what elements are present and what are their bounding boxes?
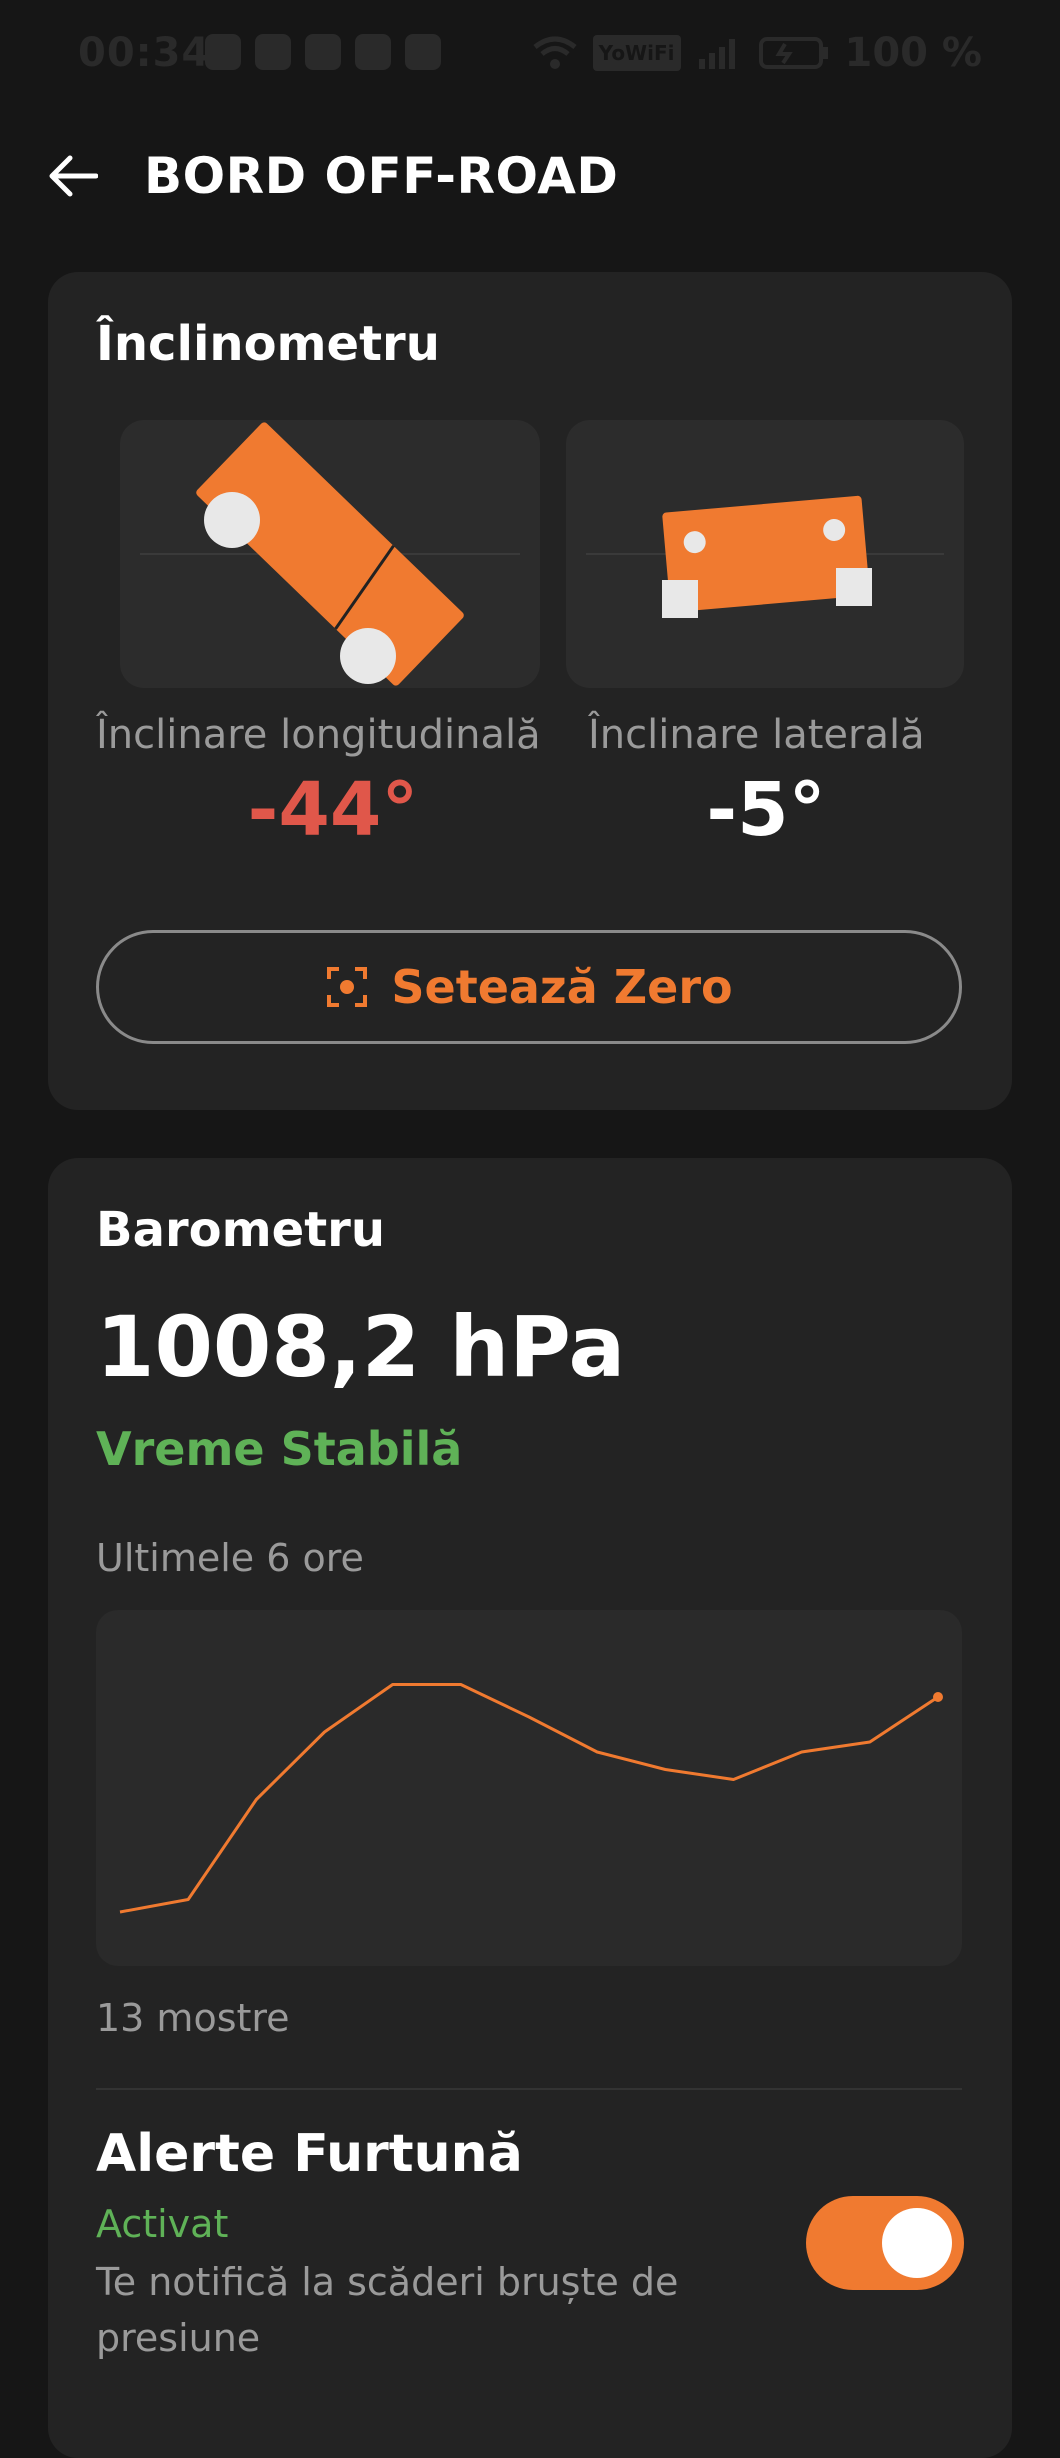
status-bar: 00:34 YoWiFi 100 %: [0, 0, 1060, 116]
wheel-right: [836, 568, 872, 606]
latest-point: [933, 1692, 943, 1702]
pressure-chart: [96, 1610, 962, 1966]
pitch-vehicle-graphic: [140, 422, 520, 686]
pressure-line: [119, 1683, 939, 1914]
pressure-chart-svg: [119, 1683, 943, 1914]
app-bar: BORD OFF-ROAD: [0, 116, 1060, 236]
roll-value: -5°: [706, 767, 826, 853]
page-title: BORD OFF-ROAD: [144, 147, 619, 205]
inclinometer-card: Înclinometru Înclinare longitudinală Înc…: [48, 272, 1012, 1110]
vibrate-icon: [255, 34, 291, 70]
divider: [96, 2088, 962, 2090]
gmail-icon: [405, 34, 441, 70]
wheel-front: [204, 492, 260, 548]
app-icon: [355, 34, 391, 70]
storm-alerts-status: Activat: [96, 2202, 229, 2246]
wheel-left: [662, 580, 698, 618]
storm-alerts-title: Alerte Furtună: [96, 2124, 523, 2184]
arrow-left-icon: [49, 155, 98, 197]
pitch-label: Înclinare longitudinală: [96, 712, 541, 758]
battery-icon: [758, 37, 828, 69]
battery-percent: 100 %: [844, 30, 983, 76]
signal-icon: [698, 39, 735, 69]
roll-label: Înclinare laterală: [588, 712, 925, 758]
roll-vehicle-graphic: [586, 495, 944, 618]
chart-period: Ultimele 6 ore: [96, 1536, 364, 1580]
status-right: YoWiFi 100 %: [533, 30, 982, 76]
pitch-value: -44°: [247, 767, 419, 853]
pressure-value: 1008,2 hPa: [96, 1298, 626, 1396]
roll-indicator: [566, 420, 964, 688]
set-zero-button[interactable]: Setează Zero: [96, 930, 962, 1044]
inclinometer-title: Înclinometru: [96, 316, 440, 372]
network-label: YoWiFi: [592, 35, 681, 71]
toggle-knob: [882, 2208, 952, 2278]
back-button[interactable]: [40, 144, 104, 208]
storm-alerts-toggle[interactable]: [806, 2196, 964, 2290]
alarm-icon: [205, 34, 241, 70]
notification-icons: [205, 34, 441, 70]
storm-alerts-description: Te notifică la scăderi bruște de presiun…: [96, 2260, 679, 2360]
wifi-icon: [533, 36, 577, 69]
barometer-title: Barometru: [96, 1202, 385, 1258]
sample-count: 13 mostre: [96, 1996, 290, 2040]
pitch-indicator: [120, 420, 540, 688]
whatsapp-icon: [305, 34, 341, 70]
set-zero-label: Setează Zero: [391, 960, 733, 1014]
wheel-rear: [340, 628, 396, 684]
status-time: 00:34: [78, 30, 211, 76]
barometer-card: Barometru 1008,2 hPa Vreme Stabilă Ultim…: [48, 1158, 1012, 2458]
weather-status: Vreme Stabilă: [96, 1422, 463, 1476]
focus-icon: [327, 967, 368, 1007]
